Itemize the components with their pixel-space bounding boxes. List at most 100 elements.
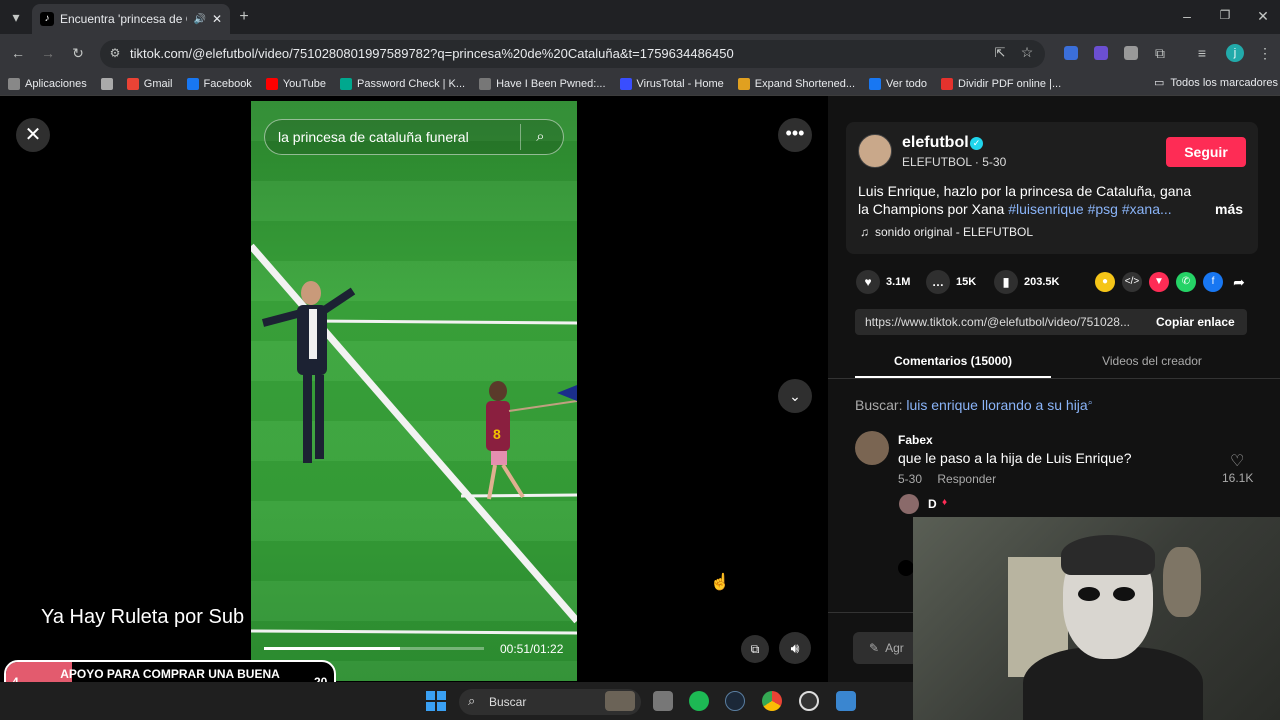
comment-button[interactable]: … 15K <box>926 269 976 295</box>
site-info-icon[interactable]: ⚙ <box>108 46 122 60</box>
reply-avatar[interactable] <box>899 494 919 514</box>
folder-icon: ▭ <box>1154 77 1165 89</box>
share-arrow-icon[interactable]: ➦ <box>1229 272 1249 292</box>
author-avatar[interactable] <box>858 134 892 168</box>
save-button[interactable]: ▮ 203.5K <box>994 269 1059 295</box>
person-shirt <box>309 309 317 359</box>
comment-heart-icon[interactable]: ♡ <box>1230 451 1244 471</box>
audio-icon[interactable]: 🔊 <box>193 14 205 25</box>
whatsapp-icon[interactable]: ✆ <box>1176 272 1196 292</box>
author-username[interactable]: elefutbol <box>902 134 969 152</box>
close-icon[interactable]: ✕ <box>16 118 50 152</box>
more-options-icon[interactable]: ••• <box>778 118 812 152</box>
bookmark-label: Facebook <box>203 78 252 90</box>
follow-button[interactable]: Seguir <box>1166 137 1246 167</box>
more-link[interactable]: más <box>1215 201 1243 217</box>
webcam-person-hair <box>1061 535 1155 575</box>
embed-icon[interactable]: </> <box>1122 272 1142 292</box>
bookmark-item[interactable]: Gmail <box>126 78 173 90</box>
bookmark-label: Ver todo <box>886 78 928 90</box>
tab-creator-videos[interactable]: Videos del creador <box>1054 354 1250 368</box>
apps-grid-icon <box>8 78 20 90</box>
comment-author[interactable]: Fabex <box>898 433 933 447</box>
restore-icon[interactable]: ❐ <box>1218 8 1232 22</box>
flag <box>557 385 577 401</box>
flame-icon: ♦ <box>942 497 948 508</box>
bookmark-item[interactable] <box>100 78 113 90</box>
comment-avatar[interactable] <box>855 431 889 465</box>
sound-link[interactable]: ♫ sonido original - ELEFUTBOL <box>860 225 1033 239</box>
person-arm <box>261 309 303 327</box>
spotify-icon[interactable] <box>689 691 709 711</box>
bookmark-star-icon[interactable]: ☆ <box>1020 44 1034 61</box>
pitch-line <box>251 243 577 624</box>
extension-3-icon[interactable] <box>1124 46 1138 60</box>
back-icon[interactable]: ← <box>10 45 26 61</box>
volume-icon[interactable]: 🔊︎ <box>779 632 811 664</box>
girl-leg <box>501 463 525 499</box>
all-bookmarks[interactable]: ▭ Todos los marcadores <box>1154 76 1278 90</box>
minimize-icon[interactable]: – <box>1180 8 1194 24</box>
girl-leg <box>487 464 497 500</box>
forward-icon[interactable]: → <box>40 45 56 61</box>
chevron-down-icon[interactable]: ⌄ <box>778 379 812 413</box>
reply-author[interactable]: D <box>928 497 937 511</box>
grid-icon <box>100 78 113 90</box>
webcam-person-hand <box>1163 547 1201 617</box>
youtube-icon <box>265 78 278 90</box>
bookmark-icon: ▮ <box>994 270 1018 294</box>
menu-kebab-icon[interactable]: ⋮ <box>1258 45 1272 62</box>
reload-icon[interactable]: ↻ <box>70 45 86 62</box>
tab-search-icon[interactable]: ▾ <box>8 9 24 26</box>
install-icon[interactable]: ⇱ <box>993 45 1007 61</box>
flag-pole <box>508 400 577 412</box>
task-view-icon[interactable] <box>653 691 673 711</box>
extension-1-icon[interactable] <box>1064 46 1078 60</box>
description-tags[interactable]: #luisenrique #psg #xana... <box>1008 201 1171 217</box>
window-close-icon[interactable]: ✕ <box>1256 8 1270 25</box>
person-head <box>301 281 321 305</box>
steam-icon[interactable] <box>725 691 745 711</box>
coin-share-icon[interactable]: ● <box>1095 272 1115 292</box>
bookmark-item[interactable]: YouTube <box>265 78 327 90</box>
picture-in-picture-icon[interactable]: ⧉ <box>741 635 769 663</box>
related-search-link[interactable]: luis enrique llorando a su hija <box>906 397 1087 413</box>
search-icon[interactable]: ⌕ <box>520 124 560 150</box>
send-icon[interactable]: ▼ <box>1149 272 1169 292</box>
bookmark-label: YouTube <box>282 78 327 90</box>
media-control-icon[interactable]: ≡ <box>1194 45 1210 61</box>
extension-2-icon[interactable] <box>1094 46 1108 60</box>
new-tab-icon[interactable]: + <box>236 8 252 26</box>
notepad-icon[interactable] <box>836 691 856 711</box>
bookmark-item[interactable]: Facebook <box>186 78 252 90</box>
video-search-input[interactable]: la princesa de cataluña funeral <box>264 119 564 155</box>
profile-avatar-icon[interactable]: j <box>1226 44 1244 62</box>
tab-comments[interactable]: Comentarios (15000) <box>855 354 1051 368</box>
address-bar[interactable]: tiktok.com/@elefutbol/video/751028080199… <box>100 40 1045 68</box>
tab-close-icon[interactable]: ✕ <box>212 12 222 26</box>
comment-icon: … <box>926 270 950 294</box>
webcam-eye <box>1113 587 1135 601</box>
windows-start-icon[interactable] <box>426 691 446 711</box>
webcam-feed <box>913 517 1280 720</box>
bookmark-item[interactable]: Ver todo <box>869 78 927 90</box>
bookmark-item[interactable]: Dividir PDF online |... <box>941 78 1061 90</box>
bookmark-label: Have I Been Pwned:... <box>496 78 606 90</box>
bookmark-item[interactable]: VirusTotal - Home <box>619 78 724 90</box>
video-player[interactable]: 8 <box>251 101 577 681</box>
bookmarks-list: Aplicaciones Gmail Facebook YouTube Password… <box>8 76 1075 92</box>
bookmark-label: Dividir PDF online |... <box>958 78 1062 90</box>
extensions-puzzle-icon[interactable]: ⧉ <box>1152 45 1168 62</box>
bookmark-item[interactable]: Aplicaciones <box>8 78 87 90</box>
bookmark-item[interactable]: Expand Shortened... <box>737 78 855 90</box>
bookmark-item[interactable]: Password Check | K... <box>340 78 465 90</box>
facebook-icon[interactable]: f <box>1203 272 1223 292</box>
chrome-icon[interactable] <box>762 691 782 711</box>
bookmark-item[interactable]: Have I Been Pwned:... <box>479 78 606 90</box>
like-button[interactable]: ♥ 3.1M <box>856 269 910 295</box>
copy-link-button[interactable]: Copiar enlace <box>1156 315 1235 329</box>
obs-icon[interactable] <box>799 691 819 711</box>
search-highlight-icon[interactable] <box>605 691 635 711</box>
reply-button[interactable]: Responder <box>937 472 996 486</box>
browser-tab[interactable]: ♪ Encuentra 'princesa de Cata 🔊 ✕ <box>32 4 230 34</box>
